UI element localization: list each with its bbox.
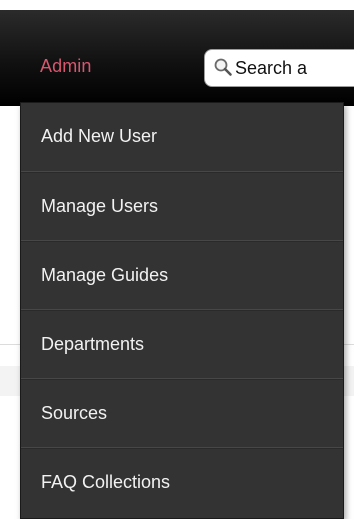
menu-item-faq-collections[interactable]: FAQ Collections <box>21 448 343 517</box>
top-navigation-bar: Admin Search a <box>0 10 354 106</box>
menu-item-label: Departments <box>41 334 145 354</box>
menu-item-departments[interactable]: Departments <box>21 310 343 379</box>
search-input[interactable]: Search a <box>204 49 354 87</box>
page-top-edge <box>0 0 354 10</box>
admin-menu-link[interactable]: Admin <box>40 56 92 77</box>
menu-item-label: Add New User <box>41 126 158 146</box>
menu-item-manage-guides[interactable]: Manage Guides <box>21 241 343 310</box>
search-icon <box>213 57 233 77</box>
menu-item-sources[interactable]: Sources <box>21 379 343 448</box>
menu-item-manage-users[interactable]: Manage Users <box>21 172 343 241</box>
menu-item-label: FAQ Collections <box>41 472 171 492</box>
menu-item-add-new-user[interactable]: Add New User <box>21 103 343 172</box>
admin-dropdown-menu: Add New User Manage Users Manage Guides … <box>20 102 344 519</box>
menu-item-label: Manage Guides <box>41 265 169 285</box>
menu-item-label: Manage Users <box>41 196 159 216</box>
menu-item-label: Sources <box>41 403 108 423</box>
search-input-value: Search a <box>235 58 308 78</box>
